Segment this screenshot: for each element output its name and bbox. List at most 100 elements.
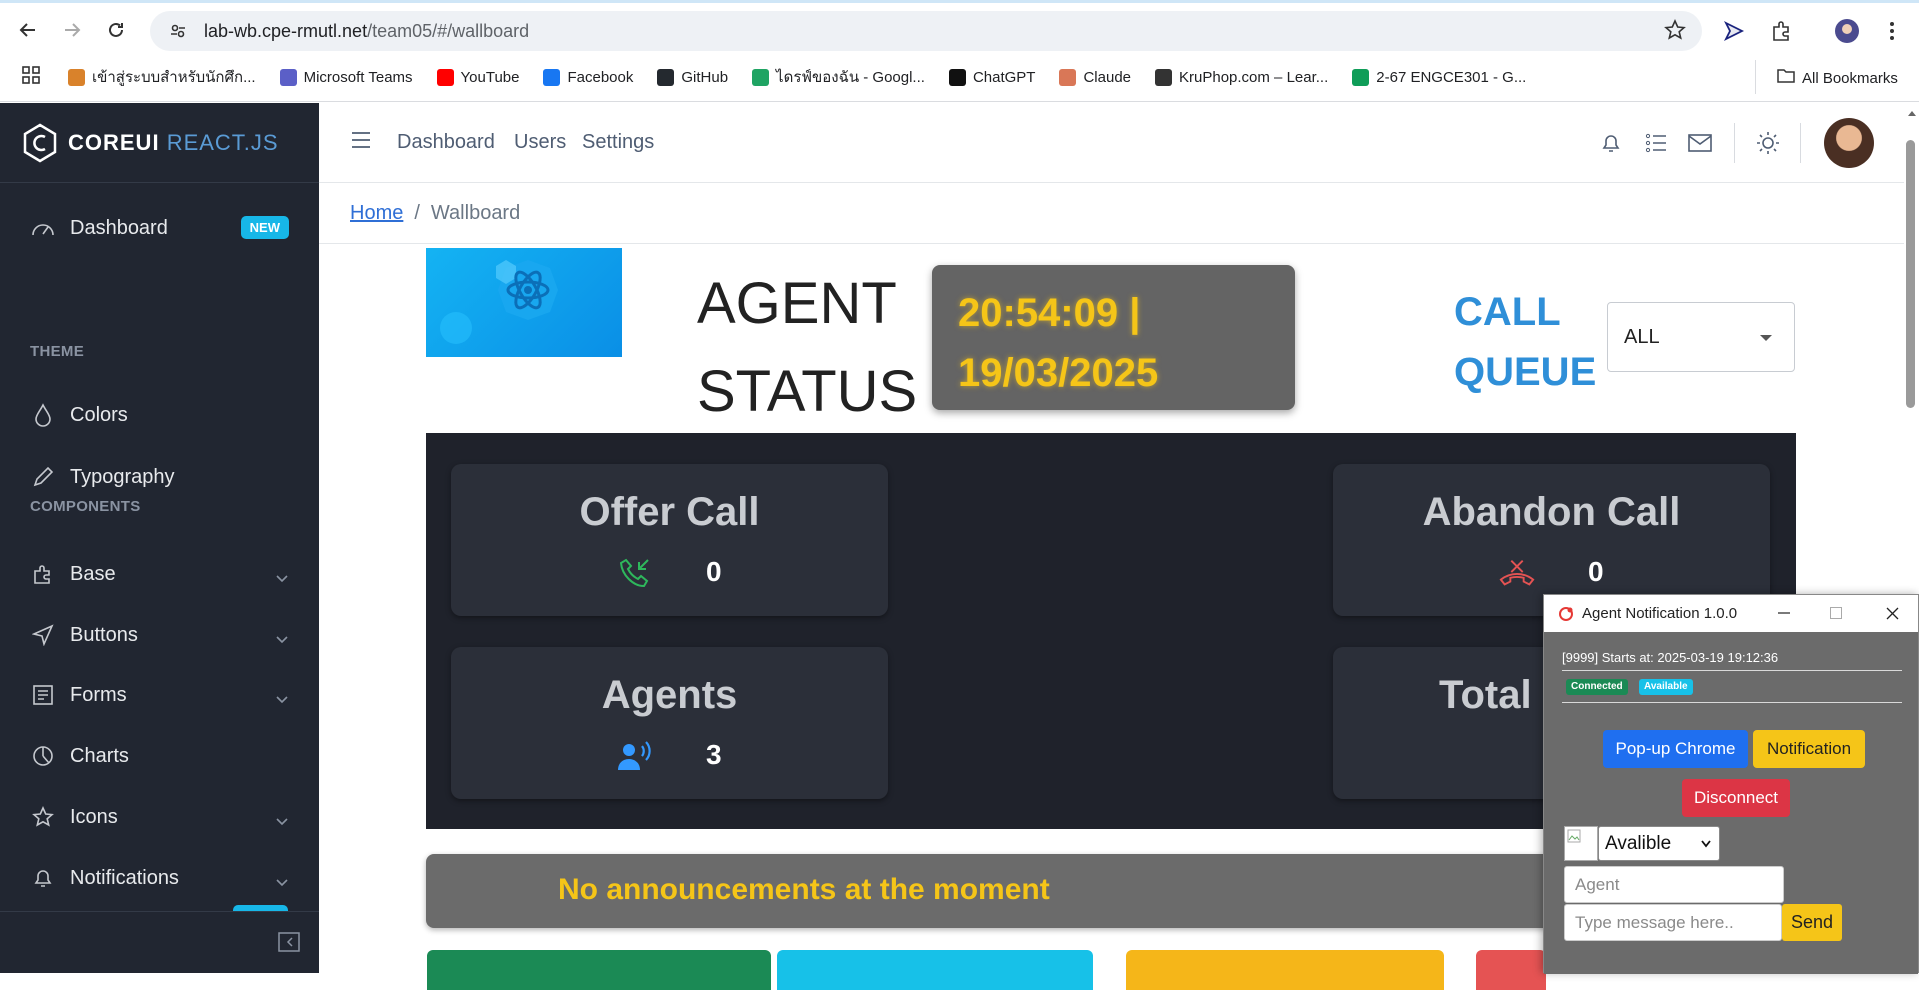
breadcrumb-current: Wallboard [430,202,521,224]
avatar[interactable] [1824,118,1874,168]
disconnect-button[interactable]: Disconnect [1682,779,1790,817]
sun-icon[interactable] [1754,129,1782,157]
status-select[interactable]: Avalible [1598,826,1720,861]
candle-icon [68,68,85,86]
window-title: Agent Notification 1.0.0 [1582,605,1738,622]
send-arrow-icon[interactable] [1719,16,1749,46]
bookmarks-bar: เข้าสู่ระบบสำหรับนักศึก... Microsoft Team… [0,60,1919,94]
chevron-down-icon [275,687,289,710]
message-input[interactable]: Type message here.. [1564,904,1782,941]
reload-icon[interactable] [100,14,132,46]
notification-button[interactable]: Notification [1753,730,1865,768]
address-bar[interactable]: lab-wb.cpe-rmutl.net/team05/#/wallboard [150,11,1702,51]
breadcrumb-home-link[interactable]: Home [350,202,403,225]
forward-icon[interactable] [56,14,88,46]
divider [1562,702,1902,703]
components-section-title: COMPONENTS [30,498,141,515]
sidebar-item-label: Base [70,562,116,585]
header-divider [1800,123,1801,163]
sidebar-item-base[interactable]: Base [0,546,319,602]
bookmark-label: Claude [1083,68,1132,86]
bookmark-label: ChatGPT [972,68,1036,86]
bookmark-item[interactable]: KruPhop.com – Lear... [1155,68,1328,86]
maximize-icon[interactable] [1824,601,1848,625]
page-title: AGENT STATUS [697,260,917,436]
bookmarks-divider [1755,60,1756,94]
back-icon[interactable] [12,14,44,46]
sidebar-item-typography[interactable]: Typography [0,449,319,505]
chevron-down-icon [275,809,289,832]
bookmark-list: เข้าสู่ระบบสำหรับนักศึก... Microsoft Team… [68,65,1550,89]
drop-icon [30,402,56,428]
call-queue-line2: QUEUE [1454,350,1597,394]
bookmark-label: 2-67 ENGCE301 - G... [1376,68,1527,86]
bookmark-star-icon[interactable] [1664,19,1686,46]
bookmark-item[interactable]: YouTube [436,68,519,86]
call-queue-label: CALL QUEUE [1454,282,1596,402]
call-queue-select[interactable]: ALL [1607,302,1795,372]
bookmark-item[interactable]: Facebook [543,68,634,86]
puzzle-icon [30,561,56,587]
sidebar-item-dashboard[interactable]: Dashboard NEW [0,200,319,256]
call-queue-line1: CALL [1454,290,1561,334]
bookmark-label: Facebook [567,68,634,86]
window-body: [9999] Starts at: 2025-03-19 19:12:36 Co… [1544,632,1918,974]
minimize-icon[interactable] [1772,601,1796,625]
profile-avatar-icon[interactable] [1832,16,1862,46]
bookmark-item[interactable]: เข้าสู่ระบบสำหรับนักศึก... [68,65,256,89]
scroll-up-arrow-icon[interactable] [1907,109,1917,117]
bell-icon [30,865,56,891]
sidebar-item-notifications[interactable]: Notifications [0,850,319,906]
available-badge: Available [1639,679,1693,695]
site-info-icon[interactable] [164,17,192,45]
bookmark-item[interactable]: Microsoft Teams [279,68,413,86]
agent-notification-window: Agent Notification 1.0.0 [9999] Starts a… [1543,594,1919,974]
close-icon[interactable] [1880,601,1904,625]
envelope-icon[interactable] [1686,129,1714,157]
top-header: Dashboard Users Settings [319,103,1904,183]
sidebar-item-colors[interactable]: Colors [0,387,319,443]
scrollbar-thumb[interactable] [1906,140,1915,408]
apps-grid-icon[interactable] [22,66,46,88]
brand-logo[interactable]: COREUI REACT.JS [0,103,319,183]
status-selected-value: Avalible [1605,832,1672,854]
header-nav-users[interactable]: Users [514,131,566,154]
sidebar-toggle-icon[interactable] [278,932,300,957]
all-bookmarks-button[interactable]: All Bookmarks [1777,68,1898,88]
hamburger-menu-icon[interactable] [351,131,371,154]
bookmark-item[interactable]: GitHub [657,68,728,86]
sidebar-item-label: Typography [70,465,175,488]
header-nav-dashboard[interactable]: Dashboard [397,131,495,154]
offline-agents-panel [1476,950,1546,990]
sidebar-item-label: Buttons [70,623,138,646]
bell-icon[interactable] [1597,129,1625,157]
sidebar-item-forms[interactable]: Forms [0,667,319,723]
clock-date: 19/03/2025 [958,351,1159,395]
teams-icon [279,68,297,86]
cursor-icon [30,622,56,648]
caret-down-icon [1760,335,1772,341]
speedometer-icon [30,215,56,241]
header-divider [1734,123,1735,163]
broken-image-icon [1564,826,1598,861]
window-titlebar[interactable]: Agent Notification 1.0.0 [1544,595,1918,632]
chevron-down-icon [275,627,289,650]
list-icon[interactable] [1642,129,1670,157]
sidebar-item-charts[interactable]: Charts [0,728,319,784]
sidebar-item-label: Charts [70,744,129,767]
header-nav-settings[interactable]: Settings [582,131,654,154]
sidebar-item-label: Notifications [70,866,179,889]
send-button[interactable]: Send [1782,904,1842,941]
call-queue-selected-value: ALL [1624,325,1660,348]
more-menu-icon[interactable] [1877,16,1907,46]
bookmark-item[interactable]: 2-67 ENGCE301 - G... [1352,68,1527,86]
sidebar-item-icons[interactable]: Icons [0,789,319,845]
bookmark-item[interactable]: ไดรฟ์ของฉัน - Googl... [752,65,925,89]
agent-input[interactable]: Agent [1564,866,1784,903]
bookmark-item[interactable]: ChatGPT [948,68,1036,86]
bookmark-item[interactable]: Claude [1059,68,1132,86]
extensions-icon[interactable] [1766,16,1796,46]
github-icon [657,68,675,86]
sidebar-item-buttons[interactable]: Buttons [0,607,319,663]
popup-chrome-button[interactable]: Pop-up Chrome [1603,730,1748,768]
